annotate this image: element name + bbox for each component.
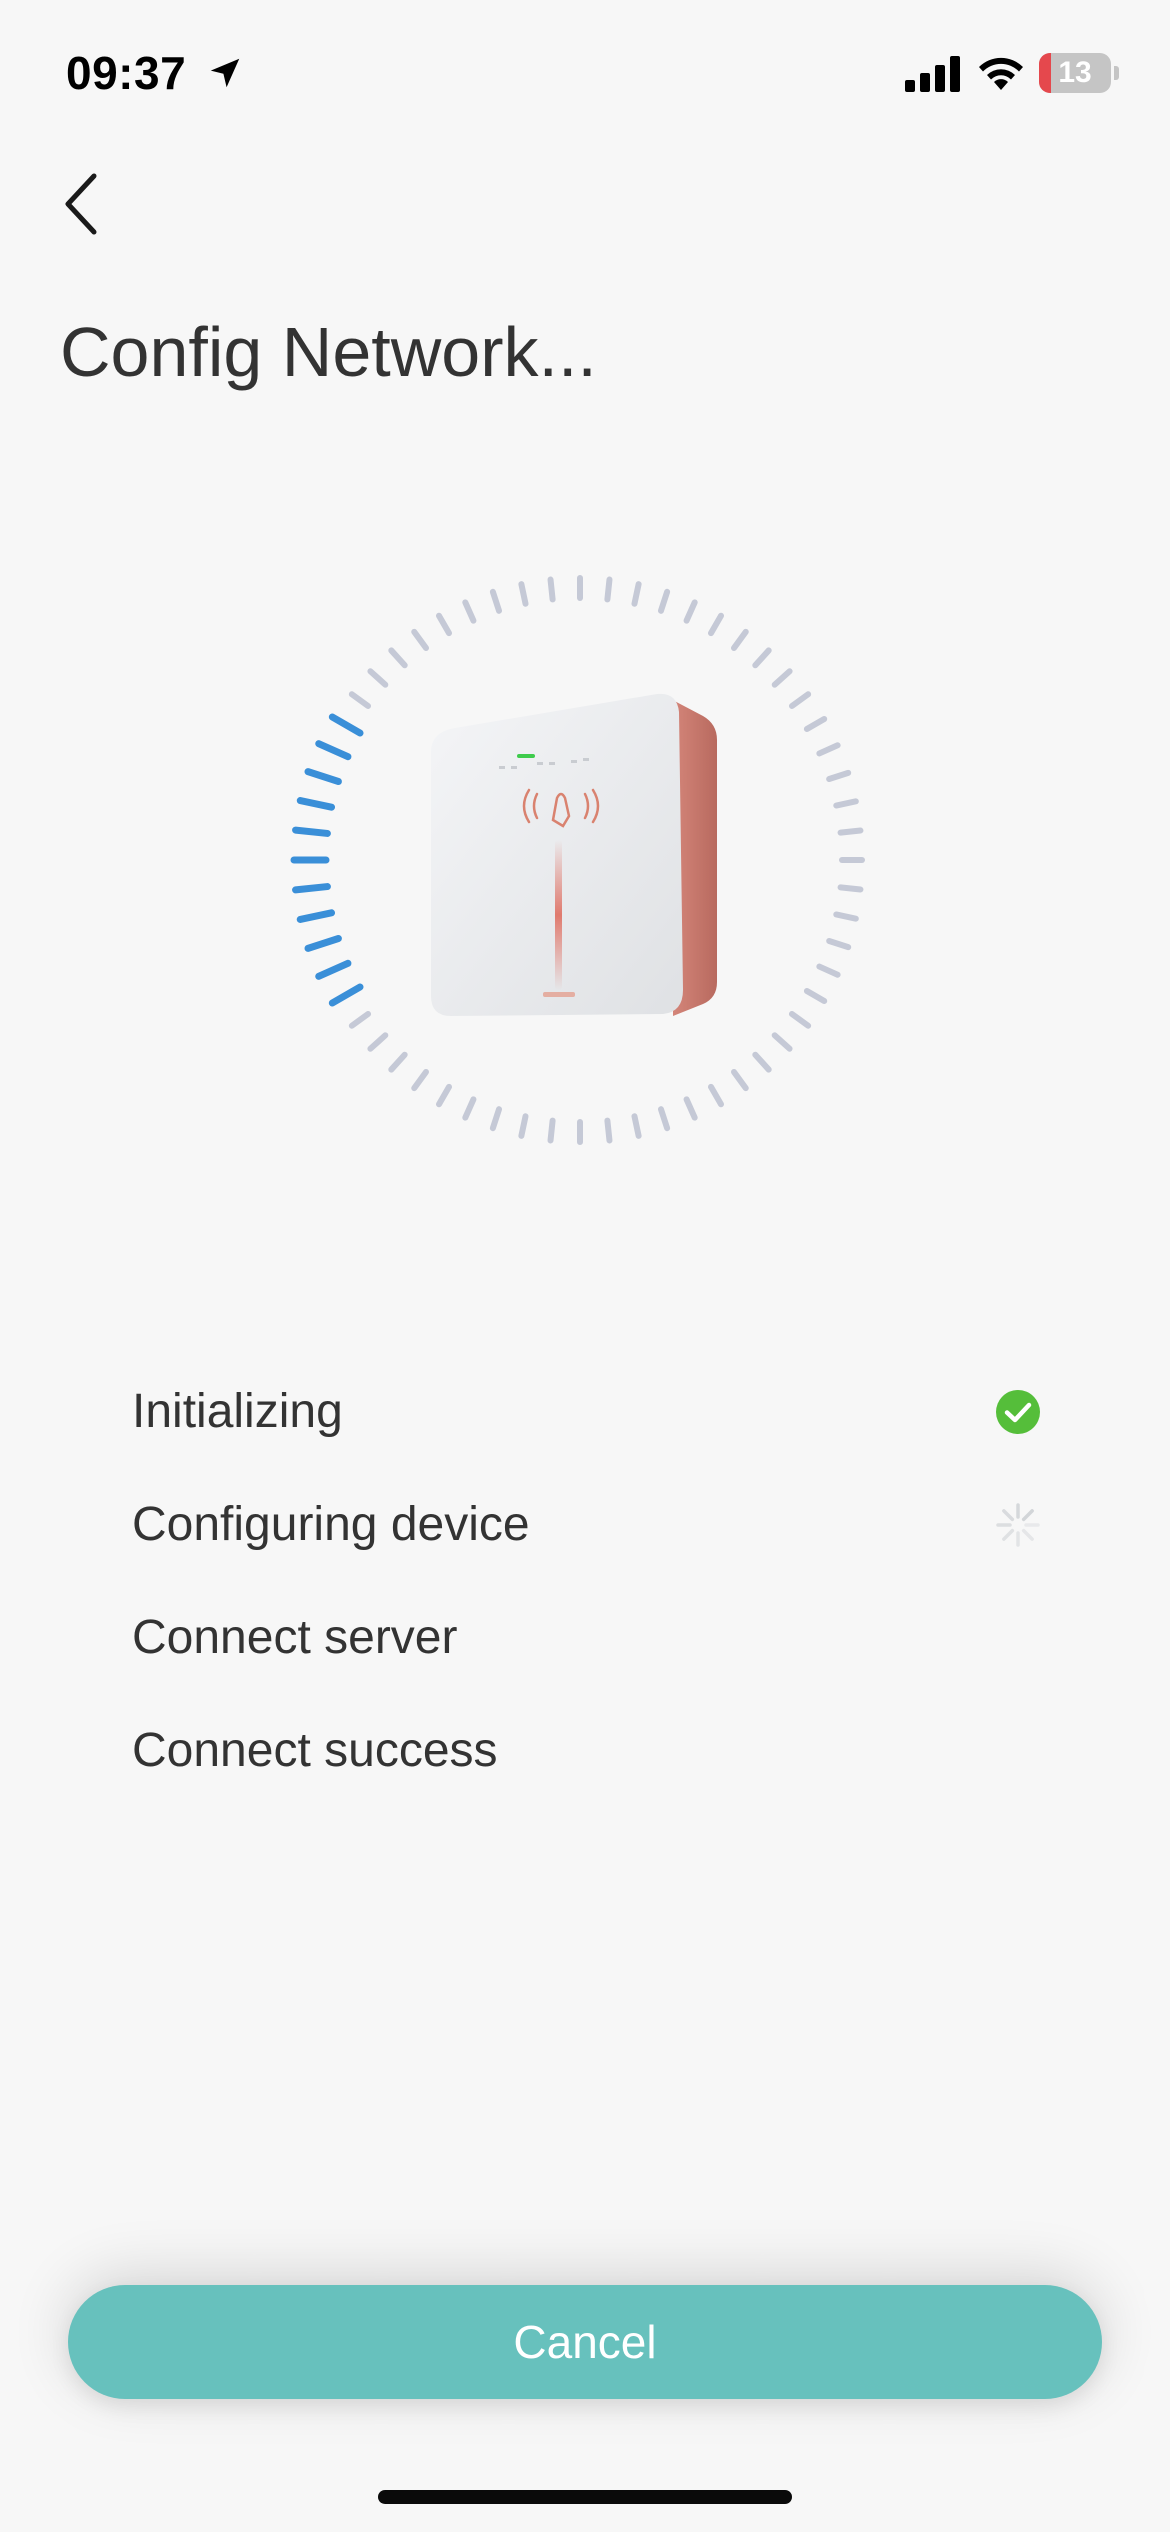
progress-ring-tick bbox=[657, 588, 671, 614]
progress-ring-tick bbox=[826, 937, 852, 951]
step-label: Configuring device bbox=[132, 1498, 530, 1551]
progress-ring-tick bbox=[837, 827, 864, 836]
progress-ring-tick bbox=[631, 1113, 642, 1139]
progress-ring-tick bbox=[296, 797, 336, 811]
wifi-icon bbox=[979, 57, 1023, 90]
check-circle-icon bbox=[996, 1389, 1040, 1434]
progress-ring-tick bbox=[411, 1068, 430, 1092]
progress-ring-tick bbox=[816, 742, 841, 757]
progress-ring-tick bbox=[771, 668, 793, 688]
progress-ring-tick bbox=[631, 581, 642, 607]
progress-ring-tick bbox=[292, 826, 331, 837]
spinner-segment bbox=[1002, 1508, 1015, 1521]
progress-ring-tick bbox=[518, 581, 529, 607]
progress-ring-tick bbox=[518, 1113, 529, 1139]
spinner-segment bbox=[1021, 1508, 1034, 1521]
progress-ring-tick bbox=[547, 576, 556, 603]
progress-ring-tick bbox=[730, 628, 749, 652]
progress-ring-tick bbox=[296, 909, 336, 923]
ev-charger-device bbox=[431, 693, 717, 1016]
progress-ring-tick bbox=[826, 769, 852, 783]
progress-ring-tick bbox=[730, 1068, 749, 1092]
step-configuring-device: Configuring device bbox=[132, 1468, 1042, 1581]
battery-level-text: 13 bbox=[1058, 56, 1092, 89]
progress-ring-tick bbox=[771, 1032, 793, 1052]
progress-ring-tick bbox=[436, 1083, 452, 1108]
progress-ring-tick bbox=[604, 1117, 613, 1144]
progress-ring-tick bbox=[348, 1010, 372, 1029]
home-indicator bbox=[378, 2490, 792, 2504]
step-label: Connect success bbox=[132, 1724, 498, 1777]
progress-ring-tick bbox=[292, 883, 331, 894]
step-label: Connect server bbox=[132, 1611, 458, 1664]
progress-ring-tick bbox=[328, 983, 364, 1007]
progress-ring-tick bbox=[833, 798, 859, 809]
battery-icon: 13 bbox=[1039, 53, 1111, 93]
progress-ring-tick bbox=[752, 1051, 772, 1073]
progress-ring-tick bbox=[489, 1106, 503, 1132]
status-time: 09:37 bbox=[66, 47, 187, 99]
progress-ring-tick bbox=[315, 959, 352, 980]
progress-ring-tick bbox=[367, 1032, 389, 1052]
progress-ring-tick bbox=[708, 612, 724, 637]
step-initializing: Initializing bbox=[132, 1355, 1042, 1468]
battery-cap bbox=[1114, 66, 1119, 80]
progress-ring-tick bbox=[683, 1096, 698, 1121]
location-arrow-icon bbox=[210, 58, 240, 88]
progress-ring-tick bbox=[752, 647, 772, 669]
progress-steps: Initializing Configuring device Connect … bbox=[132, 1355, 1042, 1807]
progress-ring-tick bbox=[816, 963, 841, 978]
progress-ring-tick bbox=[708, 1083, 724, 1108]
progress-ring-tick bbox=[604, 576, 613, 603]
progress-ring-tick bbox=[436, 612, 452, 637]
progress-ring-tick bbox=[411, 628, 430, 652]
progress-ring-tick bbox=[833, 911, 859, 922]
progress-ring-tick bbox=[304, 768, 342, 786]
chevron-left-icon bbox=[65, 173, 97, 235]
step-connect-success: Connect success bbox=[132, 1694, 1042, 1807]
progress-ring-tick bbox=[803, 988, 828, 1004]
progress-ring-tick bbox=[388, 647, 408, 669]
progress-ring-tick bbox=[837, 884, 864, 893]
progress-ring-tick bbox=[462, 599, 477, 624]
progress-ring-tick bbox=[657, 1106, 671, 1132]
progress-ring-tick bbox=[683, 599, 698, 624]
progress-ring-tick bbox=[462, 1096, 477, 1121]
progress-ring-tick bbox=[788, 1010, 812, 1029]
progress-ring-tick bbox=[328, 713, 364, 737]
progress-ring-tick bbox=[788, 691, 812, 710]
config-network-screen: 09:37 13 Config Network... Initializing … bbox=[0, 0, 1170, 2532]
spinner-segment bbox=[1002, 1528, 1015, 1541]
page-title: Config Network... bbox=[60, 313, 597, 391]
progress-ring-tick bbox=[388, 1051, 408, 1073]
progress-ring-tick bbox=[348, 691, 372, 710]
progress-ring-tick bbox=[315, 740, 352, 761]
cancel-button[interactable]: Cancel bbox=[68, 2285, 1102, 2399]
progress-ring-tick bbox=[489, 588, 503, 614]
progress-ring-tick bbox=[367, 668, 389, 688]
step-label: Initializing bbox=[132, 1385, 343, 1438]
progress-ring-tick bbox=[304, 934, 342, 952]
progress-ring-tick bbox=[803, 716, 828, 732]
spinner-icon bbox=[996, 1502, 1040, 1547]
step-connect-server: Connect server bbox=[132, 1581, 1042, 1694]
progress-ring-tick bbox=[547, 1117, 556, 1144]
back-button[interactable] bbox=[50, 168, 110, 240]
cellular-signal-icon bbox=[905, 56, 960, 92]
spinner-segment bbox=[1021, 1528, 1034, 1541]
